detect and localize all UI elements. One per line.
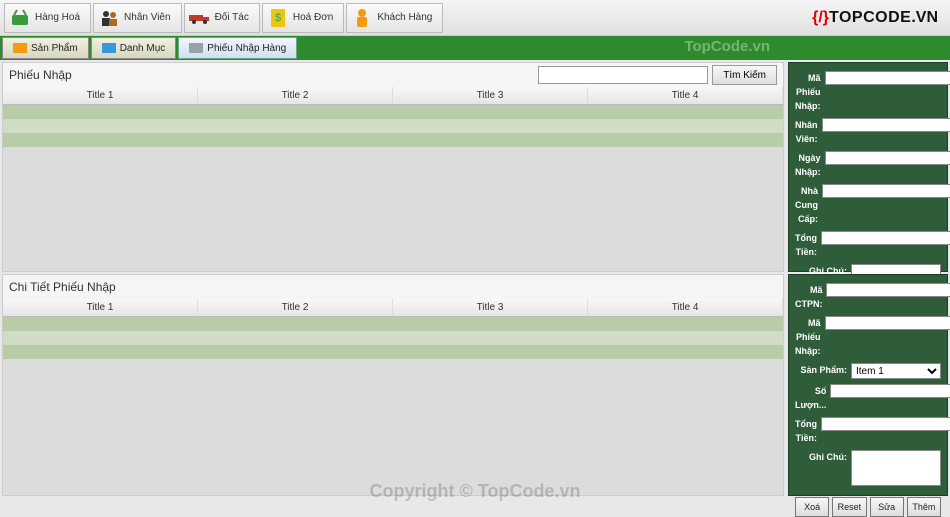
col-header[interactable]: Title 4 <box>588 87 783 104</box>
nhanvien-field[interactable] <box>822 118 950 132</box>
nav-hanghoa[interactable]: Hàng Hoá <box>4 3 91 33</box>
section-chitiet: Chi Tiết Phiếu Nhập Title 1 Title 2 Titl… <box>2 274 948 496</box>
category-icon <box>102 43 116 53</box>
logo-brace: {/} <box>812 9 829 27</box>
tab-label: Phiếu Nhập Hàng <box>207 43 286 54</box>
tab-label: Sản Phẩm <box>31 43 78 54</box>
mactpn-field[interactable] <box>826 283 950 297</box>
top-toolbar: Hàng Hoá Nhân Viên Đối Tác $ Hoá Đơn Khá… <box>0 0 950 36</box>
form-pane-top: Mã Phiếu Nhập: Nhân Viên: Ngày Nhập: Nhà… <box>788 62 948 272</box>
col-header[interactable]: Title 2 <box>198 87 393 104</box>
tab-sanpham[interactable]: Sản Phẩm <box>2 37 89 59</box>
receipt-icon <box>189 43 203 53</box>
section-phieunhap: Phiếu Nhập Tìm Kiếm Title 1 Title 2 Titl… <box>2 62 948 272</box>
tongtien2-field[interactable] <box>821 417 950 431</box>
content-area: Phiếu Nhập Tìm Kiếm Title 1 Title 2 Titl… <box>0 60 950 498</box>
field-label: Tổng Tiền: <box>795 231 821 259</box>
ngaynhap-field[interactable] <box>825 151 950 165</box>
search-input[interactable] <box>538 66 708 84</box>
grid-pane-top: Phiếu Nhập Tìm Kiếm Title 1 Title 2 Titl… <box>2 62 784 272</box>
field-label: Tổng Tiền: <box>795 417 821 445</box>
tongtien-field[interactable] <box>821 231 950 245</box>
maphieunhap-field[interactable] <box>825 71 950 85</box>
sanpham-select[interactable]: Item 1 <box>851 363 941 379</box>
grid-body <box>3 317 783 359</box>
basket-icon <box>9 7 31 29</box>
grid-header: Title 1 Title 2 Title 3 Title 4 <box>3 299 783 317</box>
table-row[interactable] <box>3 317 783 331</box>
grid-body <box>3 105 783 147</box>
form-pane-bottom: Mã CTPN: Mã Phiếu Nhập: Sản Phẩm:Item 1 … <box>788 274 948 496</box>
field-label: Mã Phiếu Nhập: <box>795 316 825 358</box>
maphieunhap2-field[interactable] <box>825 316 950 330</box>
pane-header-top: Phiếu Nhập Tìm Kiếm <box>3 63 783 87</box>
customer-icon <box>351 7 373 29</box>
pane-title: Phiếu Nhập <box>9 68 72 82</box>
nav-khachhang[interactable]: Khách Hàng <box>346 3 443 33</box>
nav-doitac[interactable]: Đối Tác <box>184 3 260 33</box>
search-button[interactable]: Tìm Kiếm <box>712 65 777 85</box>
grid-bottom[interactable]: Title 1 Title 2 Title 3 Title 4 <box>3 299 783 495</box>
svg-text:$: $ <box>275 12 281 24</box>
truck-icon <box>189 7 211 29</box>
field-label: Sản Phẩm: <box>795 363 851 377</box>
tab-phieunhaphang[interactable]: Phiếu Nhập Hàng <box>178 37 297 59</box>
table-row[interactable] <box>3 345 783 359</box>
col-header[interactable]: Title 4 <box>588 299 783 316</box>
watermark-top: TopCode.vn <box>684 38 770 55</box>
table-row[interactable] <box>3 105 783 119</box>
nav-hoadon[interactable]: $ Hoá Đơn <box>262 3 344 33</box>
xoa2-button[interactable]: Xoá <box>795 497 829 517</box>
field-label: Ghi Chú: <box>795 450 851 464</box>
logo-main: TOPCODE <box>829 9 911 27</box>
soluong-field[interactable] <box>830 384 950 398</box>
nav-label: Đối Tác <box>215 12 249 23</box>
col-header[interactable]: Title 1 <box>3 299 198 316</box>
logo-suffix: .VN <box>911 9 938 27</box>
tab-label: Danh Mục <box>120 43 166 54</box>
sua2-button[interactable]: Sửa <box>870 497 904 517</box>
table-row[interactable] <box>3 331 783 345</box>
field-label: Ngày Nhập: <box>795 151 825 179</box>
product-icon <box>13 43 27 53</box>
nav-label: Hàng Hoá <box>35 12 80 23</box>
nav-label: Nhân Viên <box>124 12 171 23</box>
field-label: Nhà Cung Cấp: <box>795 184 822 226</box>
field-label: Mã CTPN: <box>795 283 826 311</box>
col-header[interactable]: Title 2 <box>198 299 393 316</box>
col-header[interactable]: Title 1 <box>3 87 198 104</box>
people-icon <box>98 7 120 29</box>
tab-bar: Sản Phẩm Danh Mục Phiếu Nhập Hàng TopCod… <box>0 36 950 60</box>
grid-top[interactable]: Title 1 Title 2 Title 3 Title 4 <box>3 87 783 271</box>
reset-button[interactable]: Reset <box>832 497 866 517</box>
ghichu2-textarea[interactable] <box>851 450 941 486</box>
nav-nhanvien[interactable]: Nhân Viên <box>93 3 182 33</box>
col-header[interactable]: Title 3 <box>393 299 588 316</box>
field-label: Nhân Viên: <box>795 118 822 146</box>
pane-title: Chi Tiết Phiếu Nhập <box>9 280 116 294</box>
nav-label: Hoá Đơn <box>293 12 333 23</box>
nhacungcap-field[interactable] <box>822 184 950 198</box>
field-label: Số Lượn... <box>795 384 830 412</box>
nav-label: Khách Hàng <box>377 12 432 23</box>
table-row[interactable] <box>3 119 783 133</box>
table-row[interactable] <box>3 133 783 147</box>
tab-danhmuc[interactable]: Danh Mục <box>91 37 177 59</box>
logo: {/} TOPCODE .VN <box>812 9 946 27</box>
col-header[interactable]: Title 3 <box>393 87 588 104</box>
pane-header-bottom: Chi Tiết Phiếu Nhập <box>3 275 783 299</box>
them2-button[interactable]: Thêm <box>907 497 941 517</box>
button-row-bottom: Xoá Reset Sửa Thêm <box>795 497 941 517</box>
grid-pane-bottom: Chi Tiết Phiếu Nhập Title 1 Title 2 Titl… <box>2 274 784 496</box>
field-label: Mã Phiếu Nhập: <box>795 71 825 113</box>
grid-header: Title 1 Title 2 Title 3 Title 4 <box>3 87 783 105</box>
invoice-icon: $ <box>267 7 289 29</box>
